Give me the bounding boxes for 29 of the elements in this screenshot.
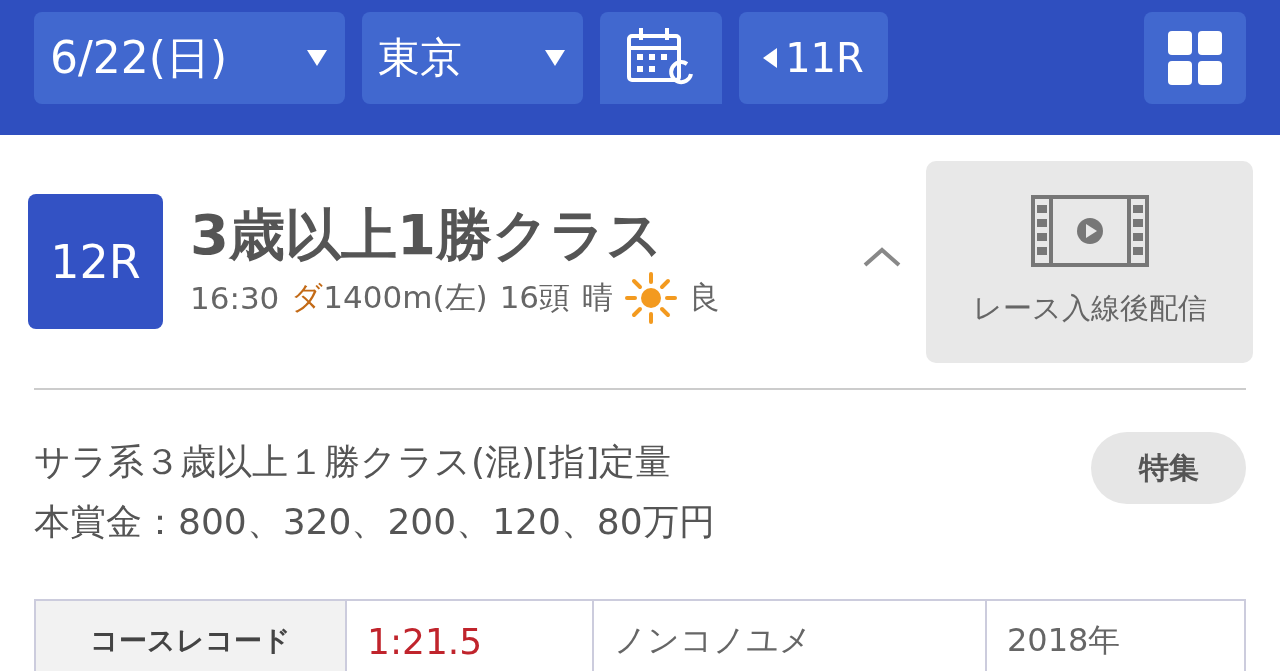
menu-button[interactable] — [1144, 12, 1246, 104]
condition-text: 本賞金：800、320、200、120、80万円 — [34, 500, 715, 544]
condition-text: サラ系３歳以上１勝クラス(混)[指]定量 — [34, 440, 673, 484]
track-condition: 良 — [689, 277, 721, 317]
table-cell: 1:21.5 — [345, 601, 592, 671]
table-header-cell: コースレコード — [36, 601, 345, 671]
weather-label: 晴 — [582, 277, 614, 317]
table-cell: 2018年 — [985, 601, 1244, 671]
calendar-button[interactable] — [600, 12, 722, 104]
grid-icon — [1168, 31, 1222, 85]
collapse-chevron-icon[interactable] — [862, 245, 902, 268]
caret-icon — [307, 50, 327, 66]
sun-icon — [625, 271, 678, 324]
race-number-badge: 12R — [28, 194, 163, 329]
feature-button[interactable]: 特集 — [1091, 432, 1246, 504]
video-panel[interactable]: レース入線後配信 — [926, 160, 1253, 363]
race-title: 3歳以上1勝クラス — [190, 201, 664, 270]
post-time: 16:30 — [190, 279, 280, 316]
surface-label: ダ — [291, 277, 324, 317]
previous-race-button[interactable]: 11R — [739, 12, 888, 104]
film-play-icon — [1030, 194, 1149, 267]
runner-count: 16頭 — [499, 277, 571, 317]
table-cell: ノンコノユメ — [592, 601, 985, 671]
caret-icon — [545, 50, 565, 66]
video-label: レース入線後配信 — [972, 289, 1207, 327]
left-caret-icon — [763, 48, 778, 68]
venue-dropdown[interactable]: 東京 — [362, 12, 583, 104]
date-dropdown[interactable]: 6/22(日) — [34, 12, 345, 104]
course-distance: 1400m(左) — [323, 277, 488, 317]
